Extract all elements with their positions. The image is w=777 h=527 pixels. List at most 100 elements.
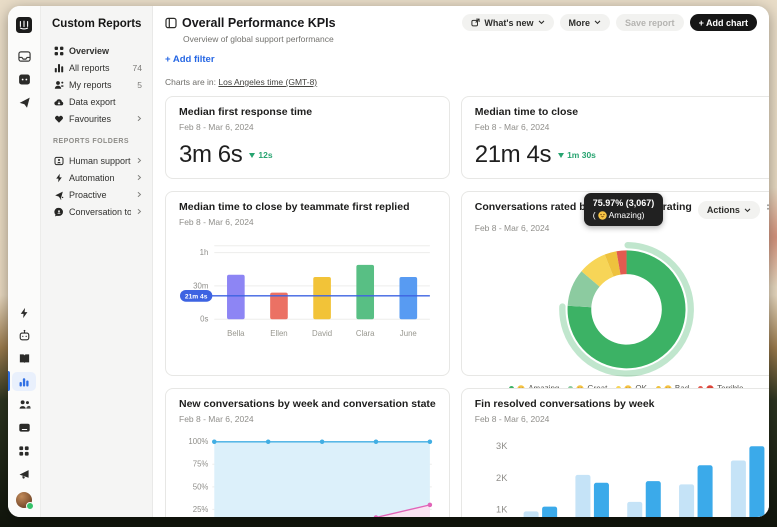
apps-grid-icon[interactable] [8,439,41,462]
whats-new-button[interactable]: What's new [462,14,554,31]
sidebar-item-favourites[interactable]: Favourites [50,110,145,127]
svg-text:June: June [400,329,417,338]
avatar-image [16,491,34,510]
card-date-range: Feb 8 - Mar 6, 2024 [179,217,254,227]
area-chart-card: New conversations by week and conversati… [165,388,450,517]
sidebar-item-overview[interactable]: Overview [50,42,145,59]
sidebar-item-data-export[interactable]: Data export [50,93,145,110]
drag-handle-icon[interactable] [766,203,769,211]
user-avatar[interactable] [8,488,41,511]
svg-text:1h: 1h [200,248,209,257]
sidebar-item-automation[interactable]: Automation [50,169,145,186]
more-button[interactable]: More [559,14,611,31]
proactive-send-icon [53,189,64,200]
kpi-delta: 12s [249,150,273,160]
svg-text:75%: 75% [193,460,209,469]
chevron-right-icon [136,114,142,124]
card-date-range: Feb 8 - Mar 6, 2024 [179,414,254,424]
svg-text:30m: 30m [193,281,208,290]
card-title: Median first response time [179,106,313,118]
card-title: Fin resolved conversations by week [474,398,655,410]
lightning-icon [53,172,64,183]
actions-button[interactable]: Actions [697,201,760,219]
svg-text:Bella: Bella [227,329,245,338]
chat-bubble-icon [53,206,64,217]
lightning-icon[interactable] [8,301,41,324]
svg-text:100%: 100% [188,437,208,446]
person-chart-icon [53,79,64,90]
svg-text:50%: 50% [193,482,209,491]
svg-text:25%: 25% [193,505,209,514]
ticket-icon[interactable] [8,416,41,439]
sidebar-item-proactive[interactable]: Proactive [50,186,145,203]
heart-icon [53,113,64,124]
card-title: Median time to close by teammate first r… [179,201,410,213]
paper-plane-icon[interactable] [8,91,41,114]
svg-text:0s: 0s [200,315,208,324]
svg-text:1K: 1K [496,505,508,515]
rating-donut-chart[interactable] [475,233,769,381]
main-content: Overall Performance KPIs What's new More… [153,6,769,517]
svg-text:2K: 2K [496,473,508,483]
chevron-right-icon [136,190,142,200]
robot-icon[interactable] [8,324,41,347]
svg-text:Ellen: Ellen [270,329,287,338]
chevron-right-icon [136,173,142,183]
chevron-down-icon [744,207,751,213]
amazing-face-icon [597,210,607,220]
sidebar: Custom Reports Overview All reports 74 M… [41,6,153,517]
arrow-down-icon [558,152,565,158]
arrow-down-icon [249,152,256,158]
book-icon[interactable] [8,347,41,370]
chevron-down-icon [594,20,601,25]
grid-icon [53,45,64,56]
fin-chart-card: Fin resolved conversations by week Feb 8… [460,388,769,517]
teammate-bar-chart[interactable]: 0s 30m 1h Bella Ellen David Clara June 21m 4s [179,233,436,343]
card-title: New conversations by week and conversati… [179,398,436,410]
add-chart-button[interactable]: + Add chart [689,14,757,31]
card-date-range: Feb 8 - Mar 6, 2024 [474,414,550,424]
sidebar-title: Custom Reports [52,18,142,30]
page-subtitle: Overview of global support performance [183,34,334,44]
report-icon [165,17,177,29]
add-filter-button[interactable]: + Add filter [165,54,215,65]
kpi-value: 3m 6s [179,141,243,168]
page-title: Overall Performance KPIs [182,15,336,30]
svg-text:21m 4s: 21m 4s [185,293,208,300]
sidebar-item-my-reports[interactable]: My reports 5 [50,76,145,93]
card-date-range: Feb 8 - Mar 6, 2024 [474,122,550,132]
kpi-delta: 1m 30s [558,150,596,160]
chevron-right-icon [136,207,142,217]
chart-tooltip: 75.97% (3,067) ( Amazing) [583,193,664,226]
timezone-row: Charts are in: Los Angeles time (GMT-8) [165,77,318,87]
reports-bar-chart-icon[interactable] [8,370,41,393]
human-support-icon [53,155,64,166]
chevron-right-icon [136,156,142,166]
conversations-area-chart[interactable]: 100% 75% 50% 25% [179,430,436,517]
bar-chart-icon [53,62,64,73]
sidebar-item-human-support[interactable]: Human support [50,152,145,169]
sidebar-item-all-reports[interactable]: All reports 74 [50,59,145,76]
timezone-link[interactable]: Los Angeles time (GMT-8) [218,77,317,87]
ai-agent-icon[interactable] [8,68,41,91]
save-report-button[interactable]: Save report [616,14,684,31]
megaphone-icon[interactable] [8,462,41,485]
icon-rail [8,6,41,517]
chevron-down-icon [538,20,545,25]
card-title: Median time to close [474,106,579,118]
sidebar-item-conversation-topics[interactable]: Conversation topics [50,203,145,220]
bar-chart-card: Median time to close by teammate first r… [165,191,450,376]
donut-chart-card: Conversations rated by conversation rati… [460,191,769,393]
card-date-range: Feb 8 - Mar 6, 2024 [179,122,254,132]
fin-bar-chart[interactable]: 3K 2K 1K [475,430,769,517]
inbox-icon[interactable] [8,45,41,68]
svg-text:David: David [312,329,332,338]
kpi-value: 21m 4s [474,141,552,168]
svg-text:Clara: Clara [356,329,375,338]
item-count: 74 [132,62,142,73]
intercom-logo-icon[interactable] [8,13,41,36]
kpi-card-first-response: Median first response time Feb 8 - Mar 6… [165,96,450,179]
people-icon[interactable] [8,393,41,416]
app-window: Custom Reports Overview All reports 74 M… [8,6,769,517]
svg-text:3K: 3K [496,441,508,451]
